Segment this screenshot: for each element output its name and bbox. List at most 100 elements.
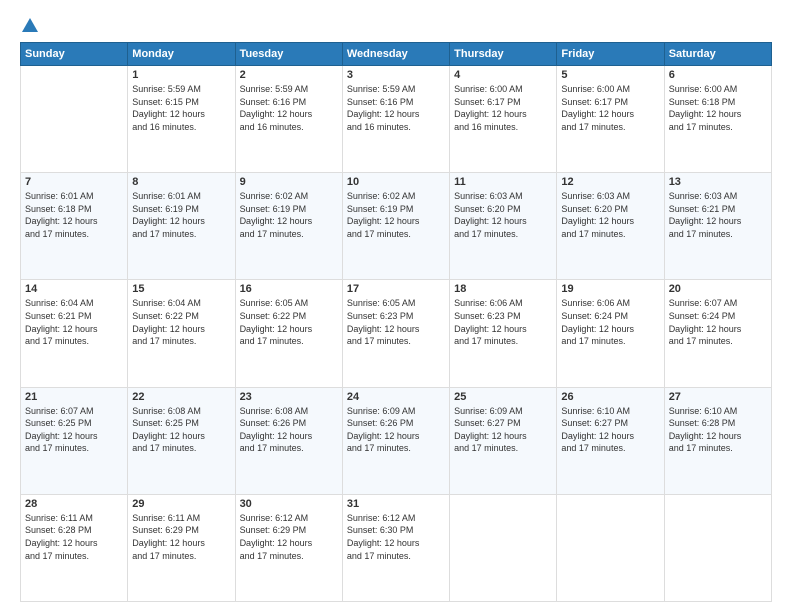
day-number: 15 xyxy=(132,283,230,295)
calendar-cell: 22 Sunrise: 6:08 AM Sunset: 6:25 PM Dayl… xyxy=(128,387,235,494)
day-info: Sunrise: 6:06 AM Sunset: 6:24 PM Dayligh… xyxy=(561,298,634,346)
day-info: Sunrise: 6:01 AM Sunset: 6:19 PM Dayligh… xyxy=(132,191,205,239)
day-number: 10 xyxy=(347,176,445,188)
calendar-cell: 18 Sunrise: 6:06 AM Sunset: 6:23 PM Dayl… xyxy=(450,280,557,387)
day-number: 17 xyxy=(347,283,445,295)
day-number: 6 xyxy=(669,69,767,81)
day-number: 21 xyxy=(25,391,123,403)
day-info: Sunrise: 6:12 AM Sunset: 6:29 PM Dayligh… xyxy=(240,513,313,561)
day-info: Sunrise: 6:02 AM Sunset: 6:19 PM Dayligh… xyxy=(347,191,420,239)
calendar-cell: 20 Sunrise: 6:07 AM Sunset: 6:24 PM Dayl… xyxy=(664,280,771,387)
day-info: Sunrise: 5:59 AM Sunset: 6:16 PM Dayligh… xyxy=(240,84,313,132)
day-number: 27 xyxy=(669,391,767,403)
day-info: Sunrise: 6:08 AM Sunset: 6:26 PM Dayligh… xyxy=(240,406,313,454)
day-info: Sunrise: 6:05 AM Sunset: 6:23 PM Dayligh… xyxy=(347,298,420,346)
day-number: 1 xyxy=(132,69,230,81)
day-number: 3 xyxy=(347,69,445,81)
calendar-cell: 13 Sunrise: 6:03 AM Sunset: 6:21 PM Dayl… xyxy=(664,173,771,280)
day-info: Sunrise: 6:03 AM Sunset: 6:20 PM Dayligh… xyxy=(454,191,527,239)
day-number: 30 xyxy=(240,498,338,510)
day-number: 9 xyxy=(240,176,338,188)
logo-triangle-icon xyxy=(22,18,38,32)
calendar-cell: 1 Sunrise: 5:59 AM Sunset: 6:15 PM Dayli… xyxy=(128,66,235,173)
day-info: Sunrise: 6:08 AM Sunset: 6:25 PM Dayligh… xyxy=(132,406,205,454)
calendar-cell: 29 Sunrise: 6:11 AM Sunset: 6:29 PM Dayl… xyxy=(128,494,235,601)
calendar-cell: 8 Sunrise: 6:01 AM Sunset: 6:19 PM Dayli… xyxy=(128,173,235,280)
day-number: 7 xyxy=(25,176,123,188)
calendar-cell xyxy=(557,494,664,601)
calendar-cell: 17 Sunrise: 6:05 AM Sunset: 6:23 PM Dayl… xyxy=(342,280,449,387)
calendar-cell: 4 Sunrise: 6:00 AM Sunset: 6:17 PM Dayli… xyxy=(450,66,557,173)
calendar-week-row: 1 Sunrise: 5:59 AM Sunset: 6:15 PM Dayli… xyxy=(21,66,772,173)
calendar-day-header: Friday xyxy=(557,43,664,66)
day-number: 26 xyxy=(561,391,659,403)
day-number: 14 xyxy=(25,283,123,295)
calendar-cell: 27 Sunrise: 6:10 AM Sunset: 6:28 PM Dayl… xyxy=(664,387,771,494)
calendar-day-header: Saturday xyxy=(664,43,771,66)
page: SundayMondayTuesdayWednesdayThursdayFrid… xyxy=(0,0,792,612)
day-info: Sunrise: 6:11 AM Sunset: 6:28 PM Dayligh… xyxy=(25,513,98,561)
day-number: 8 xyxy=(132,176,230,188)
calendar-cell xyxy=(21,66,128,173)
calendar-cell: 30 Sunrise: 6:12 AM Sunset: 6:29 PM Dayl… xyxy=(235,494,342,601)
calendar-cell: 25 Sunrise: 6:09 AM Sunset: 6:27 PM Dayl… xyxy=(450,387,557,494)
day-info: Sunrise: 5:59 AM Sunset: 6:15 PM Dayligh… xyxy=(132,84,205,132)
calendar-cell: 12 Sunrise: 6:03 AM Sunset: 6:20 PM Dayl… xyxy=(557,173,664,280)
day-number: 13 xyxy=(669,176,767,188)
day-info: Sunrise: 6:03 AM Sunset: 6:21 PM Dayligh… xyxy=(669,191,742,239)
day-number: 24 xyxy=(347,391,445,403)
calendar-cell: 15 Sunrise: 6:04 AM Sunset: 6:22 PM Dayl… xyxy=(128,280,235,387)
day-info: Sunrise: 6:03 AM Sunset: 6:20 PM Dayligh… xyxy=(561,191,634,239)
calendar-week-row: 14 Sunrise: 6:04 AM Sunset: 6:21 PM Dayl… xyxy=(21,280,772,387)
calendar-day-header: Thursday xyxy=(450,43,557,66)
calendar-cell: 9 Sunrise: 6:02 AM Sunset: 6:19 PM Dayli… xyxy=(235,173,342,280)
calendar-day-header: Monday xyxy=(128,43,235,66)
day-number: 18 xyxy=(454,283,552,295)
day-number: 12 xyxy=(561,176,659,188)
calendar-cell: 21 Sunrise: 6:07 AM Sunset: 6:25 PM Dayl… xyxy=(21,387,128,494)
calendar-cell: 26 Sunrise: 6:10 AM Sunset: 6:27 PM Dayl… xyxy=(557,387,664,494)
calendar-week-row: 7 Sunrise: 6:01 AM Sunset: 6:18 PM Dayli… xyxy=(21,173,772,280)
day-info: Sunrise: 6:10 AM Sunset: 6:27 PM Dayligh… xyxy=(561,406,634,454)
day-number: 28 xyxy=(25,498,123,510)
calendar-day-header: Tuesday xyxy=(235,43,342,66)
calendar-cell: 7 Sunrise: 6:01 AM Sunset: 6:18 PM Dayli… xyxy=(21,173,128,280)
calendar-table: SundayMondayTuesdayWednesdayThursdayFrid… xyxy=(20,42,772,602)
day-info: Sunrise: 6:00 AM Sunset: 6:17 PM Dayligh… xyxy=(454,84,527,132)
day-info: Sunrise: 6:09 AM Sunset: 6:26 PM Dayligh… xyxy=(347,406,420,454)
calendar-cell: 6 Sunrise: 6:00 AM Sunset: 6:18 PM Dayli… xyxy=(664,66,771,173)
calendar-cell: 5 Sunrise: 6:00 AM Sunset: 6:17 PM Dayli… xyxy=(557,66,664,173)
day-info: Sunrise: 6:09 AM Sunset: 6:27 PM Dayligh… xyxy=(454,406,527,454)
calendar-week-row: 21 Sunrise: 6:07 AM Sunset: 6:25 PM Dayl… xyxy=(21,387,772,494)
day-number: 16 xyxy=(240,283,338,295)
day-number: 2 xyxy=(240,69,338,81)
logo xyxy=(20,18,38,34)
day-info: Sunrise: 6:04 AM Sunset: 6:21 PM Dayligh… xyxy=(25,298,98,346)
calendar-header-row: SundayMondayTuesdayWednesdayThursdayFrid… xyxy=(21,43,772,66)
day-info: Sunrise: 6:04 AM Sunset: 6:22 PM Dayligh… xyxy=(132,298,205,346)
day-info: Sunrise: 6:07 AM Sunset: 6:25 PM Dayligh… xyxy=(25,406,98,454)
day-info: Sunrise: 6:07 AM Sunset: 6:24 PM Dayligh… xyxy=(669,298,742,346)
day-info: Sunrise: 6:01 AM Sunset: 6:18 PM Dayligh… xyxy=(25,191,98,239)
calendar-cell: 28 Sunrise: 6:11 AM Sunset: 6:28 PM Dayl… xyxy=(21,494,128,601)
calendar-week-row: 28 Sunrise: 6:11 AM Sunset: 6:28 PM Dayl… xyxy=(21,494,772,601)
calendar-cell: 23 Sunrise: 6:08 AM Sunset: 6:26 PM Dayl… xyxy=(235,387,342,494)
calendar-day-header: Wednesday xyxy=(342,43,449,66)
day-number: 31 xyxy=(347,498,445,510)
calendar-cell: 19 Sunrise: 6:06 AM Sunset: 6:24 PM Dayl… xyxy=(557,280,664,387)
calendar-cell: 14 Sunrise: 6:04 AM Sunset: 6:21 PM Dayl… xyxy=(21,280,128,387)
calendar-cell xyxy=(664,494,771,601)
calendar-cell xyxy=(450,494,557,601)
day-info: Sunrise: 6:02 AM Sunset: 6:19 PM Dayligh… xyxy=(240,191,313,239)
day-number: 5 xyxy=(561,69,659,81)
day-number: 20 xyxy=(669,283,767,295)
day-info: Sunrise: 6:05 AM Sunset: 6:22 PM Dayligh… xyxy=(240,298,313,346)
day-info: Sunrise: 5:59 AM Sunset: 6:16 PM Dayligh… xyxy=(347,84,420,132)
header xyxy=(20,18,772,34)
day-number: 22 xyxy=(132,391,230,403)
day-number: 19 xyxy=(561,283,659,295)
day-number: 4 xyxy=(454,69,552,81)
day-info: Sunrise: 6:00 AM Sunset: 6:17 PM Dayligh… xyxy=(561,84,634,132)
calendar-cell: 3 Sunrise: 5:59 AM Sunset: 6:16 PM Dayli… xyxy=(342,66,449,173)
calendar-cell: 31 Sunrise: 6:12 AM Sunset: 6:30 PM Dayl… xyxy=(342,494,449,601)
